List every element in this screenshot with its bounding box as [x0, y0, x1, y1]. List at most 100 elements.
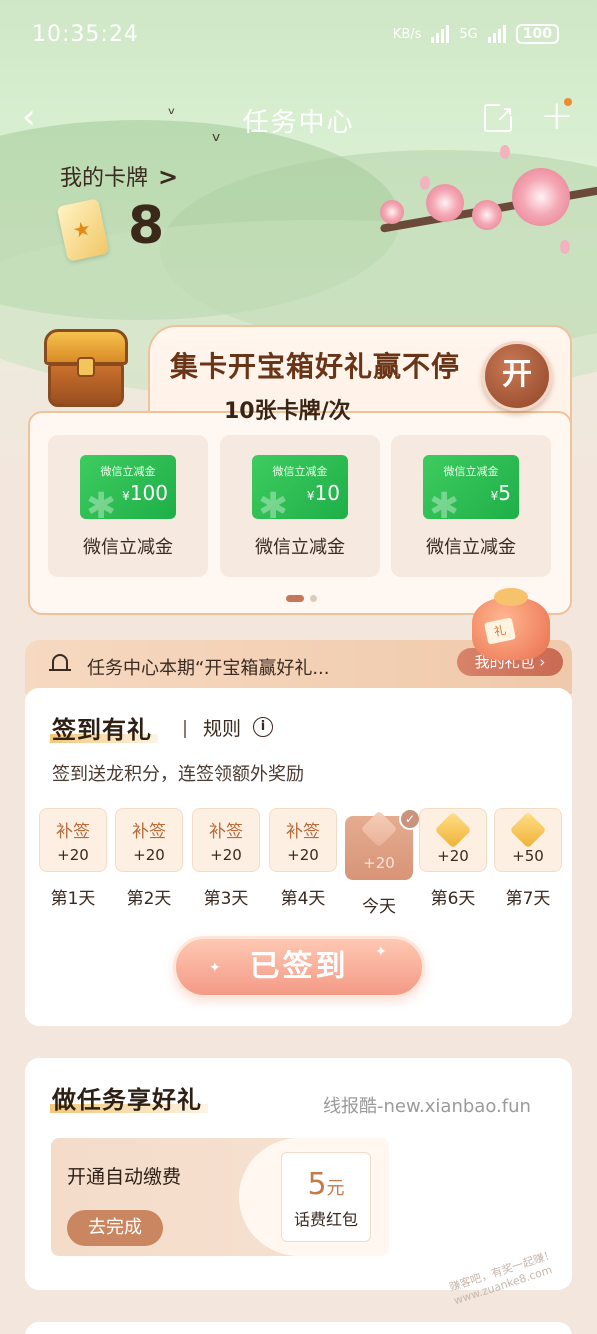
wechat-coupon: 微信立减金 ✱ ¥5 [423, 455, 519, 519]
check-icon: ✓ [399, 808, 421, 830]
notification-dot [564, 98, 572, 106]
day-label: 第2天 [126, 889, 172, 909]
reward-card[interactable]: 微信立减金 ✱ ¥10 微信立减金 [220, 435, 380, 577]
wechat-coupon: 微信立减金 ✱ ¥10 [252, 455, 348, 519]
coupon-title: 微信立减金 [272, 465, 328, 478]
signin-day[interactable]: 补签 +20 第3天 [192, 808, 260, 909]
blossom [380, 200, 404, 224]
my-cards-label: 我的卡牌 [60, 166, 149, 191]
task-name: 开通自动缴费 [67, 1166, 182, 1188]
carousel-pager [286, 595, 317, 602]
day-box: 补签 +20 [192, 808, 260, 872]
coupon-value: ¥5 [490, 481, 511, 505]
go-complete-button[interactable]: 去完成 [67, 1210, 163, 1246]
coupon-value: ¥10 [306, 481, 340, 505]
signal-icon [487, 25, 506, 43]
pager-dot-active [286, 595, 304, 602]
card-count: 8 [128, 196, 165, 256]
prize-card: 5元 话费红包 [281, 1152, 371, 1242]
status-time: 10:35:24 [32, 22, 139, 47]
notice-text: 任务中心本期“开宝箱赢好礼... [87, 658, 330, 679]
signin-day[interactable]: 补签 +20 第2天 [115, 808, 183, 909]
reward-label: 微信立减金 [426, 537, 516, 558]
petal [420, 176, 430, 190]
day-points: +20 [437, 847, 469, 865]
reward-card[interactable]: 微信立减金 ✱ ¥5 微信立减金 [391, 435, 551, 577]
signin-days: 补签 +20 第1天 补签 +20 第2天 补签 +20 第3天 补签 +20 … [39, 808, 562, 917]
open-chest-button[interactable]: 开 [482, 341, 552, 411]
signin-day-today: +20 ✓ 今天 [345, 808, 421, 917]
makeup-label: 补签 [209, 822, 243, 842]
day-label: 第7天 [505, 889, 551, 909]
next-section-card [25, 1322, 572, 1334]
day-points: +20 [363, 854, 395, 872]
signin-day: +20 第6天 [419, 808, 487, 909]
sparkle-icon: ✦ [375, 944, 387, 960]
petal [500, 145, 510, 159]
signin-card: 签到有礼 规则 i 签到送龙积分，连签领额外奖励 补签 +20 第1天 补签 +… [25, 688, 572, 1026]
status-indicators: KB/s 5G 100 [393, 24, 559, 44]
day-box: 补签 +20 [39, 808, 107, 872]
day-box: +20 ✓ [345, 808, 421, 880]
pager-dot [310, 595, 317, 602]
makeup-label: 补签 [56, 822, 90, 842]
reward-card[interactable]: 微信立减金 ✱ ¥100 微信立减金 [48, 435, 208, 577]
task-item: 开通自动缴费 去完成 5元 话费红包 [51, 1138, 389, 1256]
treasure-chest-icon [44, 329, 128, 407]
signal-icon [431, 25, 450, 43]
day-box: +20 [419, 808, 487, 872]
makeup-label: 补签 [286, 822, 320, 842]
coupon-title: 微信立减金 [100, 465, 156, 478]
day-points: +20 [210, 846, 242, 864]
coupon-title: 微信立减金 [443, 465, 499, 478]
tasks-title: 做任务享好礼 [50, 1080, 208, 1115]
blossom [426, 184, 464, 222]
wechat-pay-icon: ✱ [429, 486, 460, 520]
task-prize: 5元 话费红包 [239, 1138, 389, 1256]
day-box: +50 [494, 808, 562, 872]
day-label: 第1天 [50, 889, 96, 909]
day-label: 第6天 [430, 889, 476, 909]
status-bar: 10:35:24 KB/s 5G 100 [0, 0, 597, 70]
star-icon: ★ [70, 215, 94, 243]
signin-day: +50 第7天 [494, 808, 562, 909]
info-icon[interactable]: i [253, 717, 273, 737]
treasure-box-panel: 微信立减金 ✱ ¥100 微信立减金 微信立减金 ✱ ¥10 微信立减金 微信立… [28, 325, 572, 615]
dragon-coin-icon [360, 810, 398, 848]
network-type: 5G [459, 26, 478, 42]
nav-bar: ‹ 任务中心 → + [0, 90, 597, 146]
gift-bag-icon: 礼 [458, 582, 562, 666]
dragon-coin-icon [509, 811, 547, 849]
tasks-card: 做任务享好礼 线报酷-new.xianbao.fun 开通自动缴费 去完成 5元… [25, 1058, 572, 1290]
makeup-label: 补签 [132, 822, 166, 842]
reward-label: 微信立减金 [83, 537, 173, 558]
reward-label: 微信立减金 [255, 537, 345, 558]
my-cards-link[interactable]: 我的卡牌 > [60, 160, 178, 192]
wechat-coupon: 微信立减金 ✱ ¥100 [80, 455, 176, 519]
dragon-coin-icon [434, 811, 472, 849]
prize-value: 5元 [307, 1167, 345, 1202]
signin-description: 签到送龙积分，连签领额外奖励 [52, 764, 304, 785]
day-label: 今天 [362, 897, 396, 917]
day-points: +20 [133, 846, 165, 864]
day-points: +20 [57, 846, 89, 864]
day-points: +20 [287, 846, 319, 864]
day-label: 第3天 [203, 889, 249, 909]
net-speed: KB/s [392, 26, 422, 42]
coupon-value: ¥100 [122, 481, 168, 505]
chevron-right-icon: > [158, 163, 179, 191]
sparkle-icon: ✦ [209, 960, 221, 976]
day-label: 第4天 [280, 889, 326, 909]
signin-day[interactable]: 补签 +20 第4天 [269, 808, 337, 909]
blossom [472, 200, 502, 230]
signin-day[interactable]: 补签 +20 第1天 [39, 808, 107, 909]
blossom [512, 168, 570, 226]
signin-title: 签到有礼 [50, 710, 158, 745]
day-box: 补签 +20 [115, 808, 183, 872]
prize-label: 话费红包 [293, 1210, 358, 1229]
bell-icon [49, 652, 71, 674]
rules-link[interactable]: 规则 [203, 714, 241, 741]
day-points: +50 [512, 847, 544, 865]
day-box: 补签 +20 [269, 808, 337, 872]
watermark-text: 线报酷-new.xianbao.fun [323, 1096, 531, 1117]
